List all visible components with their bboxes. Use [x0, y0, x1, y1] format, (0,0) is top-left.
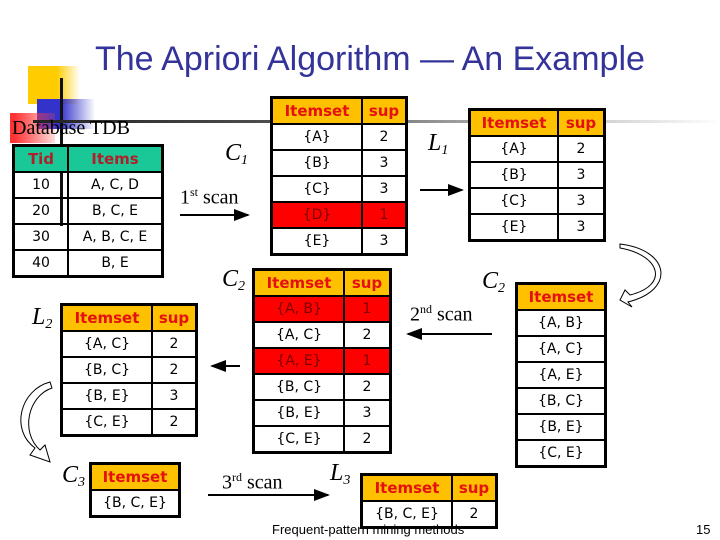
curved-arrow-l2-to-c3	[20, 381, 53, 463]
arrows-layer	[20, 184, 662, 501]
slide-footer: Frequent-pattern mining methods	[272, 522, 465, 537]
page-number: 15	[696, 522, 711, 537]
curved-arrow-l1-to-c2	[619, 243, 662, 308]
